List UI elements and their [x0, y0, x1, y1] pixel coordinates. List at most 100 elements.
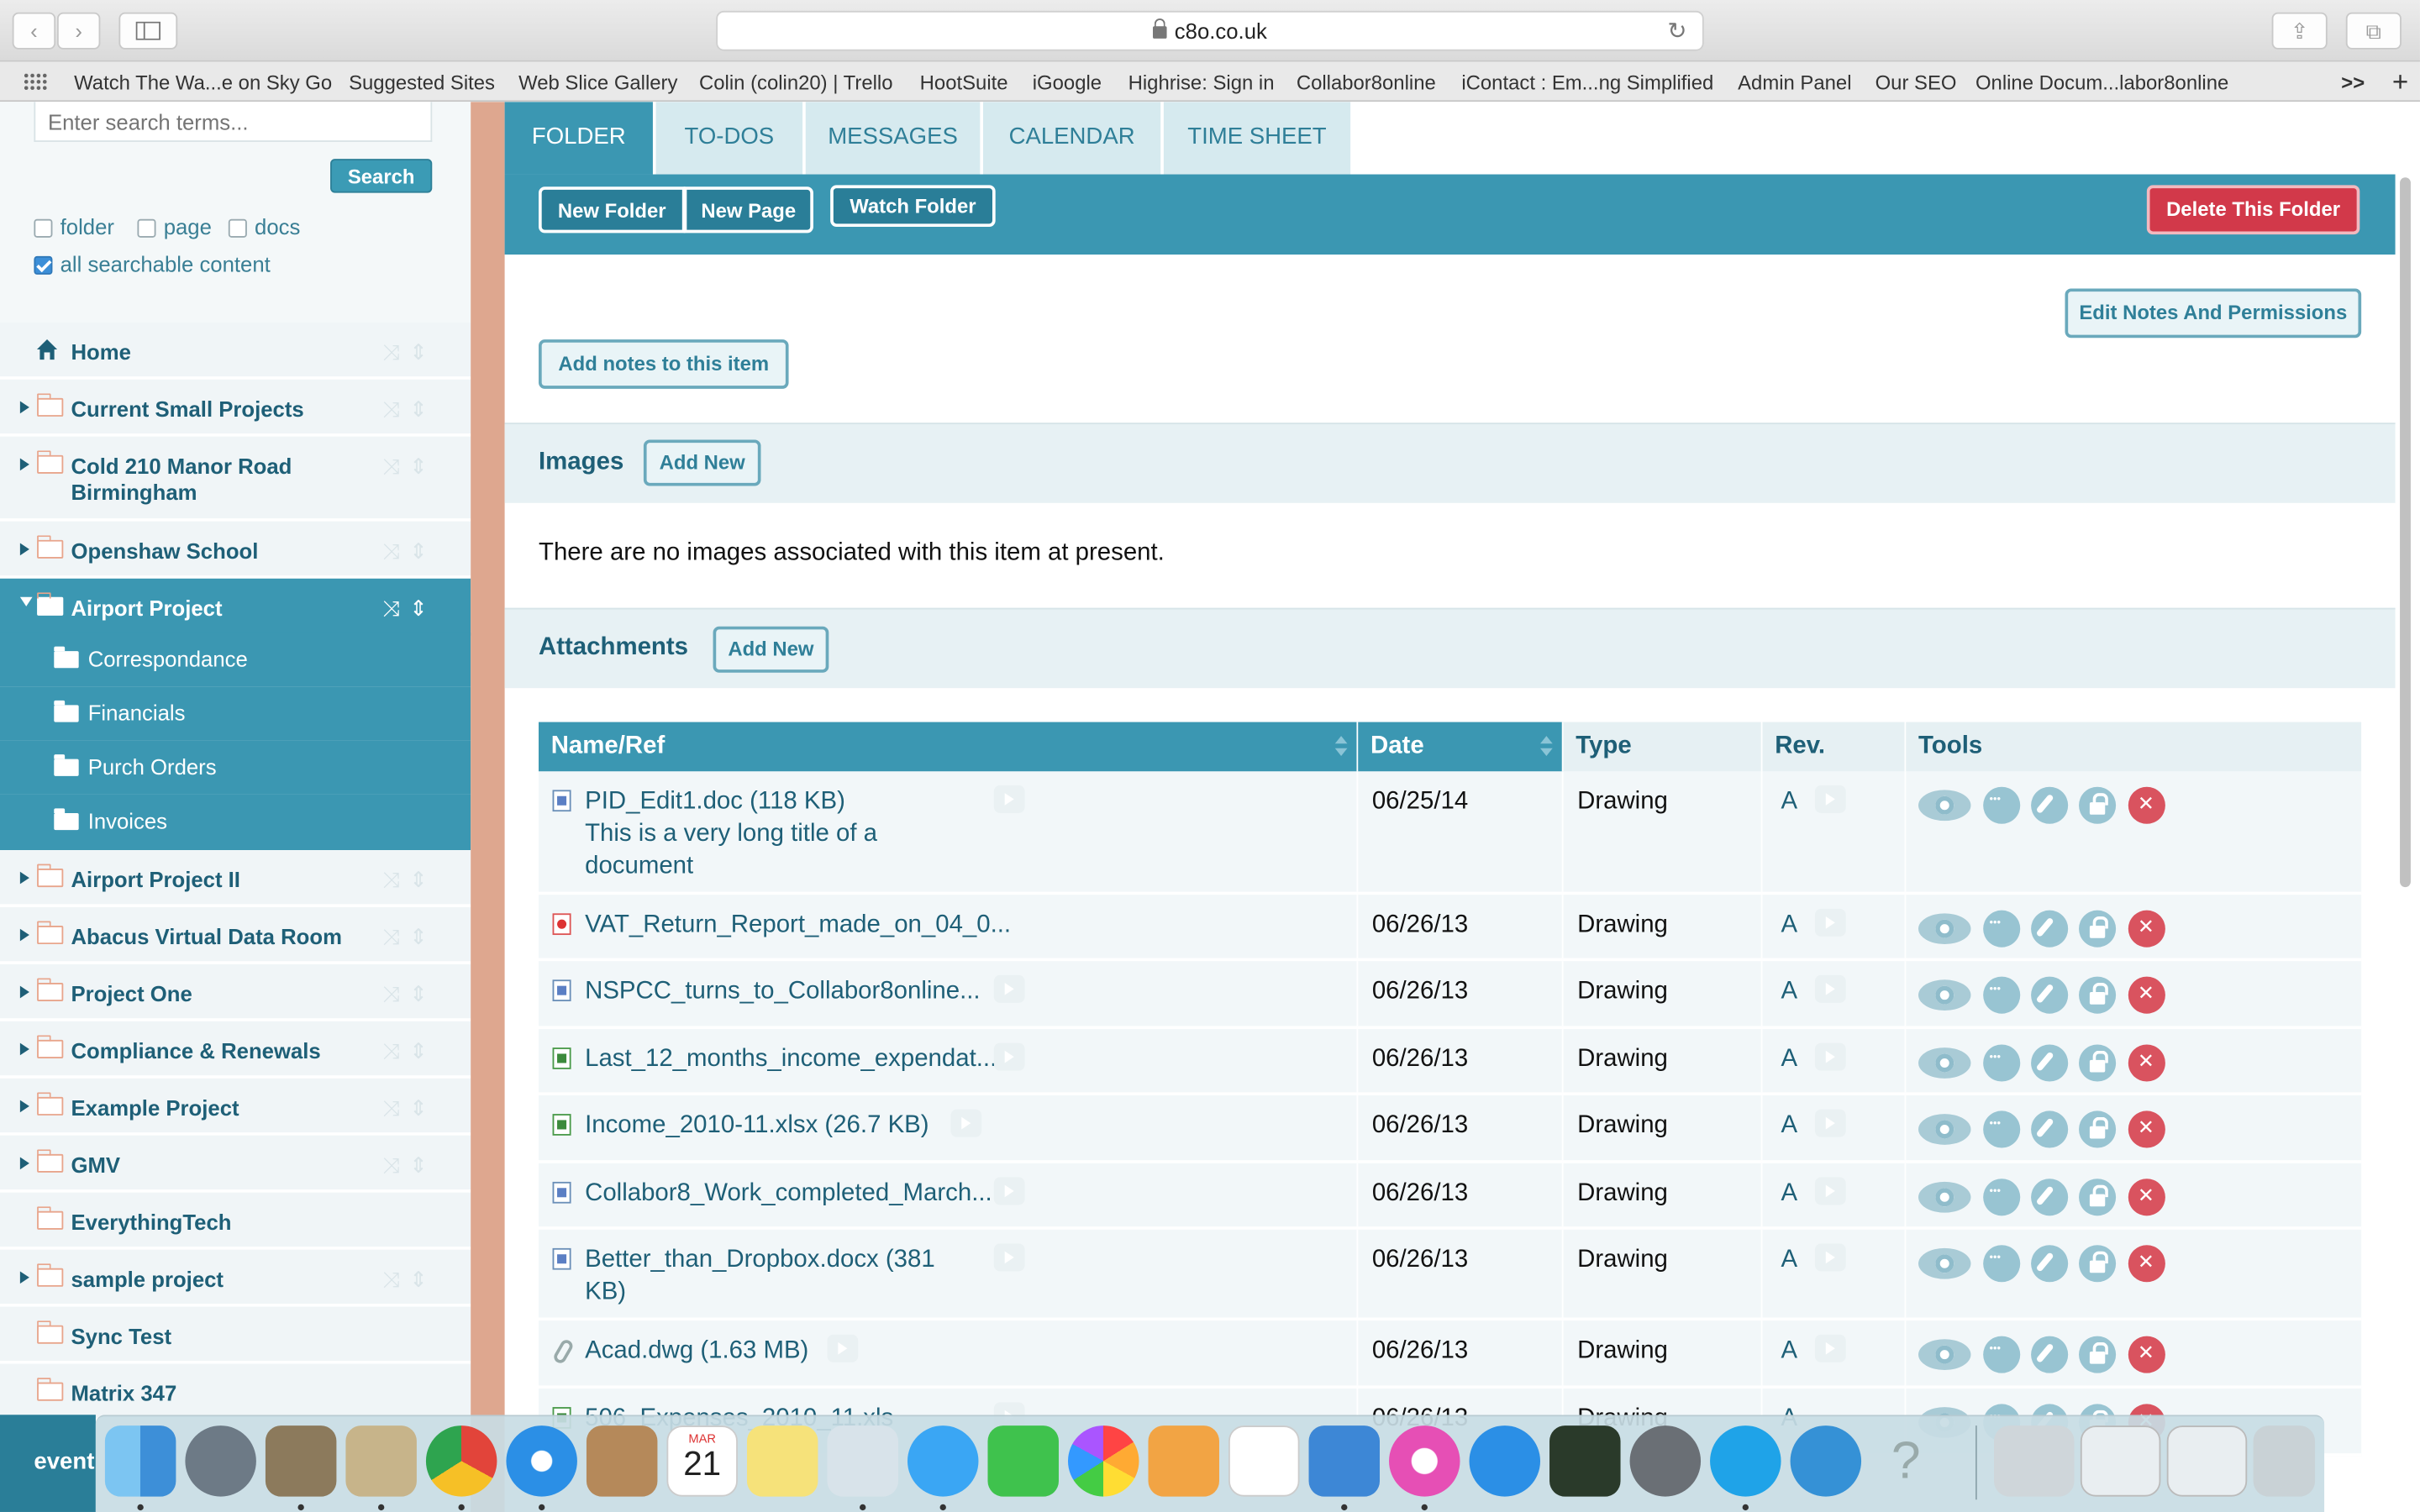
- back-button[interactable]: ‹: [12, 12, 56, 50]
- view-eye-icon[interactable]: [1918, 790, 1971, 822]
- sidebar-item-sync-test[interactable]: Sync Test: [0, 1306, 471, 1364]
- shuffle-reorder-icon[interactable]: ⤨⇕: [383, 1038, 437, 1064]
- sidebar-item-sample-project[interactable]: sample project ⤨⇕: [0, 1249, 471, 1307]
- edit-notes-permissions-button[interactable]: Edit Notes And Permissions: [2065, 288, 2362, 339]
- minimized-window-thumbnail[interactable]: [2166, 1425, 2248, 1497]
- expand-arrow-icon[interactable]: [19, 1100, 29, 1113]
- file-name-link[interactable]: NSPCC_turns_to_Collabor8online...: [585, 975, 980, 1008]
- new-folder-button[interactable]: New Folder: [539, 186, 686, 234]
- lock-icon[interactable]: [2079, 976, 2117, 1014]
- search-button[interactable]: Search: [330, 159, 433, 193]
- preview-icon[interactable]: [345, 1425, 417, 1497]
- file-name-link[interactable]: Collabor8_Work_completed_March...: [585, 1177, 992, 1210]
- more-options-icon[interactable]: [1983, 1110, 2021, 1148]
- shuffle-reorder-icon[interactable]: ⤨⇕: [383, 924, 437, 950]
- sidebar-toggle-button[interactable]: [118, 12, 178, 50]
- edit-wrench-icon[interactable]: [2031, 976, 2069, 1014]
- expand-arrow-icon[interactable]: [19, 1157, 29, 1170]
- add-attachment-button[interactable]: Add New: [713, 626, 829, 673]
- delete-icon[interactable]: [2128, 786, 2165, 824]
- preview-play-icon[interactable]: [827, 1334, 859, 1362]
- messages-icon[interactable]: [907, 1425, 979, 1497]
- revision-play-icon[interactable]: [1814, 908, 1846, 937]
- facetime-icon[interactable]: [987, 1425, 1059, 1497]
- edit-wrench-icon[interactable]: [2031, 1110, 2069, 1148]
- view-eye-icon[interactable]: [1918, 1247, 1971, 1279]
- more-options-icon[interactable]: [1983, 1044, 2021, 1082]
- tab-messages[interactable]: MESSAGES: [805, 102, 981, 175]
- delete-icon[interactable]: [2128, 1044, 2165, 1082]
- bookmark-item[interactable]: Suggested Sites: [349, 71, 495, 94]
- edit-wrench-icon[interactable]: [2031, 1179, 2069, 1216]
- subfolder-invoices[interactable]: Invoices: [0, 794, 471, 851]
- page-checkbox[interactable]: [137, 218, 156, 238]
- more-options-icon[interactable]: [1983, 1336, 2021, 1373]
- numbers-icon[interactable]: [1228, 1425, 1300, 1497]
- column-header-name[interactable]: Name/Ref: [539, 722, 1359, 772]
- preview-play-icon[interactable]: [993, 1042, 1025, 1071]
- reload-icon[interactable]: ↻: [1667, 13, 1686, 51]
- notes-icon[interactable]: [746, 1425, 818, 1497]
- add-image-button[interactable]: Add New: [643, 439, 761, 486]
- shuffle-reorder-icon[interactable]: ⤨⇕: [383, 1095, 437, 1121]
- trash-icon[interactable]: [2253, 1425, 2316, 1497]
- edit-wrench-icon[interactable]: [2031, 1336, 2069, 1373]
- edit-wrench-icon[interactable]: [2031, 786, 2069, 824]
- sidebar-item-home[interactable]: Home ⤨⇕: [0, 322, 471, 380]
- preview-play-icon[interactable]: [950, 1109, 982, 1137]
- delete-icon[interactable]: [2128, 1336, 2165, 1373]
- bookmark-item[interactable]: HootSuite: [920, 71, 1008, 94]
- collapse-arrow-icon[interactable]: [19, 596, 33, 606]
- sidebar-resize-divider[interactable]: [471, 102, 505, 1512]
- system-preferences-icon[interactable]: [1629, 1425, 1702, 1497]
- preview-play-icon[interactable]: [993, 974, 1025, 1003]
- tab-calendar[interactable]: CALENDAR: [982, 102, 1161, 175]
- skype-icon[interactable]: [1710, 1425, 1781, 1497]
- expand-arrow-icon[interactable]: [19, 928, 29, 942]
- forward-button[interactable]: ›: [56, 12, 101, 50]
- expand-arrow-icon[interactable]: [19, 543, 29, 556]
- bookmark-item[interactable]: Web Slice Gallery: [518, 71, 677, 94]
- shuffle-reorder-icon[interactable]: ⤨⇕: [383, 538, 437, 564]
- edit-wrench-icon[interactable]: [2031, 1044, 2069, 1082]
- more-options-icon[interactable]: [1983, 1245, 2021, 1283]
- shuffle-reorder-icon[interactable]: ⤨⇕: [383, 1267, 437, 1293]
- delete-icon[interactable]: [2128, 976, 2165, 1014]
- shuffle-reorder-icon[interactable]: ⤨⇕: [383, 867, 437, 893]
- launchpad-icon[interactable]: [185, 1425, 256, 1497]
- safari-icon[interactable]: [506, 1425, 577, 1497]
- shuffle-reorder-icon[interactable]: ⤨⇕: [383, 396, 437, 423]
- revision-play-icon[interactable]: [1814, 1177, 1846, 1205]
- view-eye-icon[interactable]: [1918, 1339, 1971, 1370]
- vlc-like-icon[interactable]: [1790, 1425, 1862, 1497]
- shuffle-reorder-icon[interactable]: ⤨⇕: [383, 1152, 437, 1179]
- bookmark-item[interactable]: Colin (colin20) | Trello: [699, 71, 892, 94]
- more-options-icon[interactable]: [1983, 786, 2021, 824]
- revision-play-icon[interactable]: [1814, 1243, 1846, 1272]
- tab-to-dos[interactable]: TO-DOS: [655, 102, 803, 175]
- sidebar-item-abacus-virtual-data-room[interactable]: Abacus Virtual Data Room ⤨⇕: [0, 906, 471, 964]
- revision-play-icon[interactable]: [1814, 1042, 1846, 1071]
- photos-icon[interactable]: [1067, 1425, 1139, 1497]
- shuffle-reorder-icon[interactable]: ⤨⇕: [383, 339, 437, 365]
- bookmark-item[interactable]: Admin Panel: [1738, 71, 1851, 94]
- folder-checkbox[interactable]: [34, 218, 53, 238]
- revision-play-icon[interactable]: [1814, 1334, 1846, 1362]
- more-options-icon[interactable]: [1983, 910, 2021, 948]
- gimp-icon[interactable]: [265, 1425, 337, 1497]
- chrome-icon[interactable]: [425, 1425, 497, 1497]
- expand-arrow-icon[interactable]: [19, 401, 29, 414]
- delete-folder-button[interactable]: Delete This Folder: [2146, 185, 2360, 235]
- file-name-link[interactable]: VAT_Return_Report_made_on_04_0...: [585, 909, 1011, 942]
- keynote-icon[interactable]: [1308, 1425, 1381, 1497]
- bookmark-item[interactable]: Online Docum...labor8online: [1975, 71, 2228, 94]
- revision-play-icon[interactable]: [1814, 1109, 1846, 1137]
- lock-icon[interactable]: [2079, 1110, 2117, 1148]
- file-name-link[interactable]: Income_2010-11.xlsx (26.7 KB): [585, 1110, 929, 1142]
- sidebar-item-current-small-projects[interactable]: Current Small Projects ⤨⇕: [0, 379, 471, 437]
- delete-icon[interactable]: [2128, 910, 2165, 948]
- lock-icon[interactable]: [2079, 1044, 2117, 1082]
- sidebar-item-compliance-renewals[interactable]: Compliance & Renewals ⤨⇕: [0, 1021, 471, 1079]
- delete-icon[interactable]: [2128, 1179, 2165, 1216]
- expand-arrow-icon[interactable]: [19, 1271, 29, 1284]
